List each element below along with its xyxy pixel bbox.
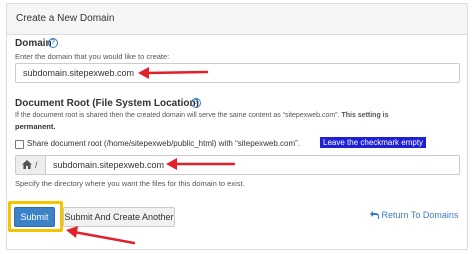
arrow-domain-line xyxy=(144,70,209,75)
arrow-submit-head xyxy=(66,226,78,238)
annotation-arrows xyxy=(66,67,236,245)
arrow-submit-line xyxy=(72,230,136,245)
arrow-docroot-head xyxy=(166,158,177,170)
arrow-domain-head xyxy=(138,67,149,79)
